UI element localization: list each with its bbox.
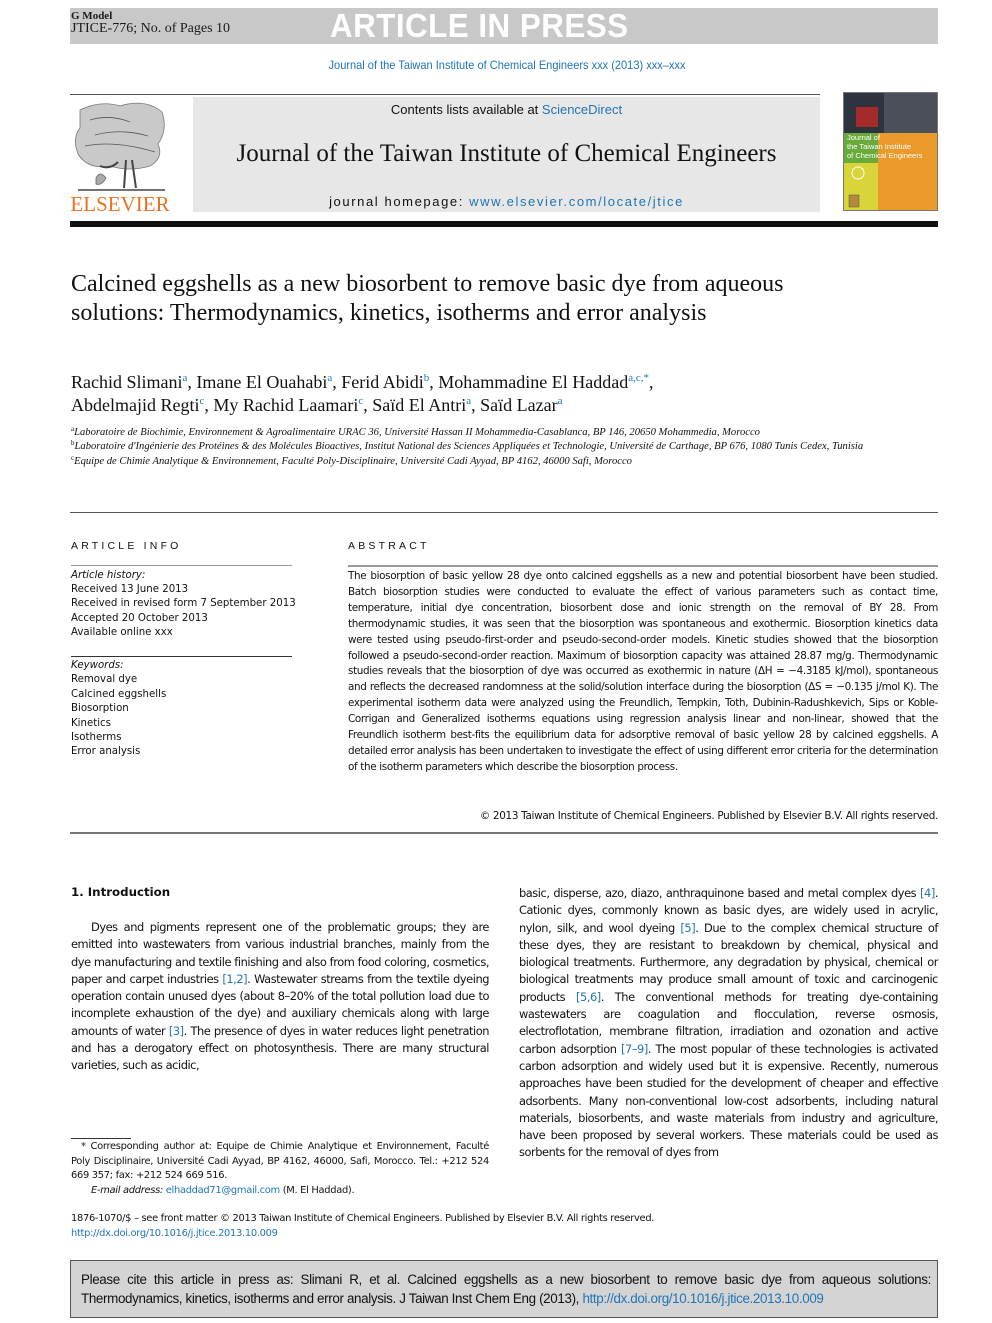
article-info-heading: ARTICLE INFO xyxy=(71,540,182,552)
masthead-bottom-rule xyxy=(70,221,938,227)
running-head: Journal of the Taiwan Institute of Chemi… xyxy=(328,58,686,72)
affiliation-text: Laboratoire d'Ingénierie des Protéines &… xyxy=(74,441,864,453)
divider xyxy=(70,512,938,513)
author-separator: , xyxy=(332,372,342,392)
affiliation-text: Equipe de Chimie Analytique & Environnem… xyxy=(74,455,632,467)
doi-link[interactable]: http://dx.doi.org/10.1016/j.jtice.2013.1… xyxy=(71,1227,771,1242)
sciencedirect-link[interactable]: ScienceDirect xyxy=(542,102,622,117)
author-separator: , xyxy=(363,395,373,415)
contents-prefix: Contents lists available at xyxy=(390,102,542,117)
citation-text: Please cite this article in press as: Sl… xyxy=(81,1270,931,1308)
reference-link[interactable]: [4] xyxy=(920,886,935,900)
cover-title-line: the Taiwan Institute xyxy=(847,142,912,151)
keyword: Removal dye xyxy=(71,674,138,686)
citation-doi-link[interactable]: http://dx.doi.org/10.1016/j.jtice.2013.1… xyxy=(582,1291,823,1306)
affiliation-marker[interactable]: a xyxy=(558,395,563,407)
issn-block: 1876-1070/$ – see front matter © 2013 Ta… xyxy=(71,1212,771,1241)
email-line: E-mail address: elhaddad71@gmail.com (M.… xyxy=(71,1184,489,1199)
abstract-text: The biosorption of basic yellow 28 dye o… xyxy=(348,570,938,773)
keyword: Biosorption xyxy=(71,703,129,715)
email-label: E-mail address: xyxy=(91,1184,166,1196)
divider xyxy=(71,656,292,657)
affiliation-marker[interactable]: a,c,* xyxy=(628,372,649,384)
journal-homepage-line: journal homepage: www.elsevier.com/locat… xyxy=(193,193,820,211)
article-history: Article history: Received 13 June 2013 R… xyxy=(71,569,301,640)
body-text: . The most popular of these technologies… xyxy=(519,1041,938,1160)
author-separator: , xyxy=(648,372,654,392)
divider xyxy=(71,565,292,566)
email-suffix: (M. El Haddad). xyxy=(279,1184,355,1196)
masthead-top-rule xyxy=(70,94,820,95)
journal-title: Journal of the Taiwan Institute of Chemi… xyxy=(236,140,777,167)
author-name: Rachid Slimani xyxy=(71,372,183,392)
affiliations: aLaboratoire de Biochimie, Environnement… xyxy=(71,426,939,469)
cover-title-line: of Chemical Engineers xyxy=(847,151,923,160)
history-item: Received 13 June 2013 xyxy=(71,584,189,596)
keyword: Isotherms xyxy=(71,732,122,744)
author-name: Ferid Abidi xyxy=(341,372,424,392)
reference-link[interactable]: [1,2] xyxy=(222,972,247,986)
body-column-right: basic, disperse, azo, diazo, anthraquino… xyxy=(519,885,938,1162)
article-title: Calcined eggshells as a new biosorbent t… xyxy=(71,271,784,326)
affiliation: bLaboratoire d'Ingénierie des Protéines … xyxy=(71,440,939,454)
history-item: Received in revised form 7 September 201… xyxy=(71,598,296,610)
author-name: Saïd Lazar xyxy=(480,395,558,415)
corresponding-author-footnote: * Corresponding author at: Equipe de Chi… xyxy=(71,1140,489,1198)
reference-link[interactable]: [5,6] xyxy=(576,990,601,1004)
contents-line: Contents lists available at ScienceDirec… xyxy=(193,101,820,119)
journal-cover-image: Journal of the Taiwan Institute of Chemi… xyxy=(843,92,938,211)
abstract-copyright: © 2013 Taiwan Institute of Chemical Engi… xyxy=(479,810,938,822)
section-heading-introduction: 1. Introduction xyxy=(71,885,171,899)
body-text: basic, disperse, azo, diazo, anthraquino… xyxy=(519,886,921,900)
affiliation-text: Laboratoire de Biochimie, Environnement … xyxy=(74,427,760,438)
cover-title-line: Journal of xyxy=(847,133,880,142)
body-column-left: Dyes and pigments represent one of the p… xyxy=(71,919,489,1075)
author-separator: , xyxy=(429,372,439,392)
keyword: Error analysis xyxy=(71,746,141,758)
author-name: Abdelmajid Regti xyxy=(71,395,200,415)
author-name: Saïd El Antri xyxy=(372,395,467,415)
author-name: Mohammadine El Haddad xyxy=(438,372,629,392)
cover-title: Journal of the Taiwan Institute of Chemi… xyxy=(847,133,937,160)
reference-link[interactable]: [7–9] xyxy=(621,1042,648,1056)
journal-homepage-link[interactable]: www.elsevier.com/locate/jtice xyxy=(469,194,684,209)
abstract-heading: ABSTRACT xyxy=(348,540,430,552)
author-name: Imane El Ouahabi xyxy=(196,372,328,392)
article-in-press-banner: ARTICLE IN PRESS xyxy=(330,7,629,44)
history-item: Accepted 20 October 2013 xyxy=(71,612,208,624)
manuscript-id: JTICE-776; No. of Pages 10 xyxy=(71,21,231,36)
reference-link[interactable]: [3] xyxy=(169,1024,184,1038)
divider xyxy=(348,565,938,567)
divider xyxy=(70,832,938,834)
affiliation: aLaboratoire de Biochimie, Environnement… xyxy=(71,426,939,440)
affiliation: cEquipe de Chimie Analytique & Environne… xyxy=(71,454,939,469)
author-list: Rachid Slimania, Imane El Ouahabia, Feri… xyxy=(71,371,831,417)
footnote-rule xyxy=(71,1138,131,1139)
keyword: Kinetics xyxy=(71,717,111,729)
corresponding-author-text: * Corresponding author at: Equipe de Chi… xyxy=(71,1141,489,1182)
homepage-prefix: journal homepage: xyxy=(329,194,470,209)
keywords-label: Keywords: xyxy=(71,660,124,671)
keywords: Keywords: Removal dye Calcined eggshells… xyxy=(71,659,301,760)
author-separator: , xyxy=(471,395,481,415)
elsevier-wordmark: ELSEVIER xyxy=(70,192,170,216)
article-history-label: Article history: xyxy=(71,570,146,581)
history-item: Available online xxx xyxy=(71,626,173,638)
keyword: Calcined eggshells xyxy=(71,688,167,700)
reference-link[interactable]: [5] xyxy=(680,921,695,935)
author-name: My Rachid Laamari xyxy=(213,395,359,415)
email-link[interactable]: elhaddad71@gmail.com xyxy=(166,1185,280,1196)
issn-line: 1876-1070/$ – see front matter © 2013 Ta… xyxy=(71,1213,655,1224)
